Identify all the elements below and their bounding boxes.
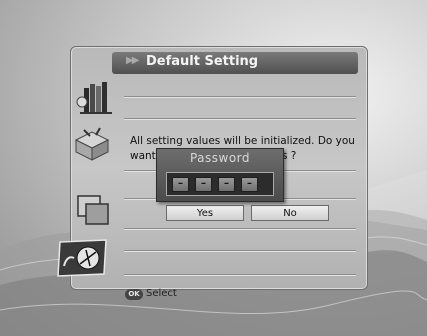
password-digit[interactable]: – (241, 177, 258, 192)
password-digit[interactable]: – (218, 177, 235, 192)
no-button[interactable]: No (251, 205, 329, 221)
confirm-message-line2-start: want (130, 150, 156, 162)
menu-divider (124, 118, 356, 119)
menu-divider (124, 250, 356, 251)
footer-hint: OK Select (125, 288, 177, 300)
yes-button[interactable]: Yes (166, 205, 244, 221)
library-icon[interactable] (74, 76, 118, 116)
ok-key-icon: OK (125, 289, 143, 300)
confirm-message-line2-end: s ? (282, 150, 297, 162)
satellite-dish-icon[interactable] (56, 238, 110, 278)
password-digit[interactable]: – (172, 177, 189, 192)
title-arrows-icon: ▶▶ (126, 55, 139, 66)
menu-divider (124, 228, 356, 229)
windows-icon[interactable] (72, 190, 116, 230)
page-title: Default Setting (146, 54, 259, 69)
tv-menu-screen: ▶▶ Default Setting All setting values wi… (0, 0, 427, 336)
menu-divider (124, 274, 356, 275)
menu-divider (124, 96, 356, 97)
password-digit[interactable]: – (195, 177, 212, 192)
password-title: Password (189, 151, 251, 165)
gift-box-icon[interactable] (70, 122, 114, 162)
footer-select-label: Select (146, 288, 177, 299)
